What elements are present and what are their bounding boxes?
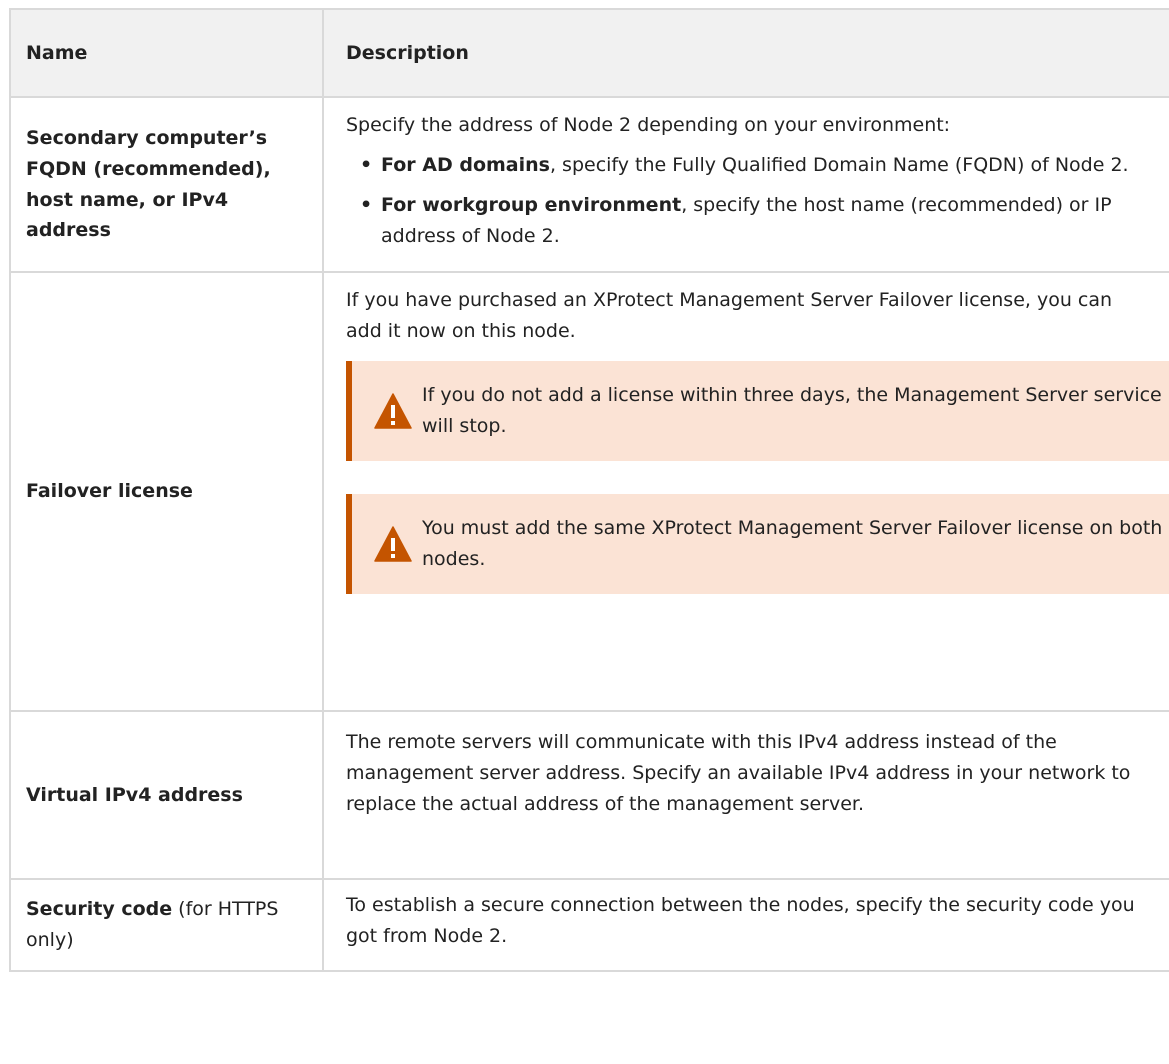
parameters-table: Name Description Secondary computer’s FQ… — [9, 8, 1169, 972]
row-description-secondary-computer: Specify the address of Node 2 depending … — [322, 96, 1169, 273]
row-name-virtual-ipv4: Virtual IPv4 address — [9, 710, 324, 880]
row-name-failover-license: Failover license — [9, 271, 324, 712]
description-intro: If you have purchased an XProtect Manage… — [346, 289, 1113, 342]
bullet-item: • For workgroup environment, specify the… — [360, 190, 1149, 252]
warning-triangle-icon — [374, 526, 412, 562]
bullet-dot-icon: • — [360, 193, 373, 216]
warning-text: You must add the same XProtect Managemen… — [422, 516, 1163, 570]
warning-text: If you do not add a license within three… — [422, 383, 1162, 437]
bullet-list: • For AD domains, specify the Fully Qual… — [346, 150, 1149, 252]
column-header-name: Name — [9, 8, 324, 98]
row-name-secondary-computer: Secondary computer’s FQDN (recommended),… — [9, 96, 324, 273]
name-strong-text: Security code — [26, 898, 173, 921]
warning-callout: You must add the same XProtect Managemen… — [346, 493, 1169, 594]
warning-triangle-icon — [374, 393, 412, 429]
table-row: Security code (for HTTPS only) To establ… — [9, 878, 1169, 972]
column-header-description: Description — [322, 8, 1169, 98]
row-name-security-code: Security code (for HTTPS only) — [9, 878, 324, 972]
description-text: To establish a secure connection between… — [346, 894, 1135, 947]
table-header-row: Name Description — [9, 8, 1169, 98]
description-intro: Specify the address of Node 2 depending … — [346, 114, 951, 136]
table-row: Failover license If you have purchased a… — [9, 271, 1169, 712]
bullet-strong-text: For AD domains — [381, 153, 550, 176]
bullet-item: • For AD domains, specify the Fully Qual… — [360, 150, 1149, 181]
table-row: Virtual IPv4 address The remote servers … — [9, 710, 1169, 880]
description-text: The remote servers will communicate with… — [346, 731, 1131, 815]
row-description-virtual-ipv4: The remote servers will communicate with… — [322, 710, 1169, 880]
bullet-dot-icon: • — [360, 153, 373, 176]
warning-callout: If you do not add a license within three… — [346, 360, 1169, 461]
row-description-security-code: To establish a secure connection between… — [322, 878, 1169, 972]
table-row: Secondary computer’s FQDN (recommended),… — [9, 96, 1169, 273]
row-description-failover-license: If you have purchased an XProtect Manage… — [322, 271, 1169, 712]
bullet-strong-text: For workgroup environment — [381, 193, 682, 216]
bullet-text: , specify the Fully Qualified Domain Nam… — [549, 153, 1129, 176]
